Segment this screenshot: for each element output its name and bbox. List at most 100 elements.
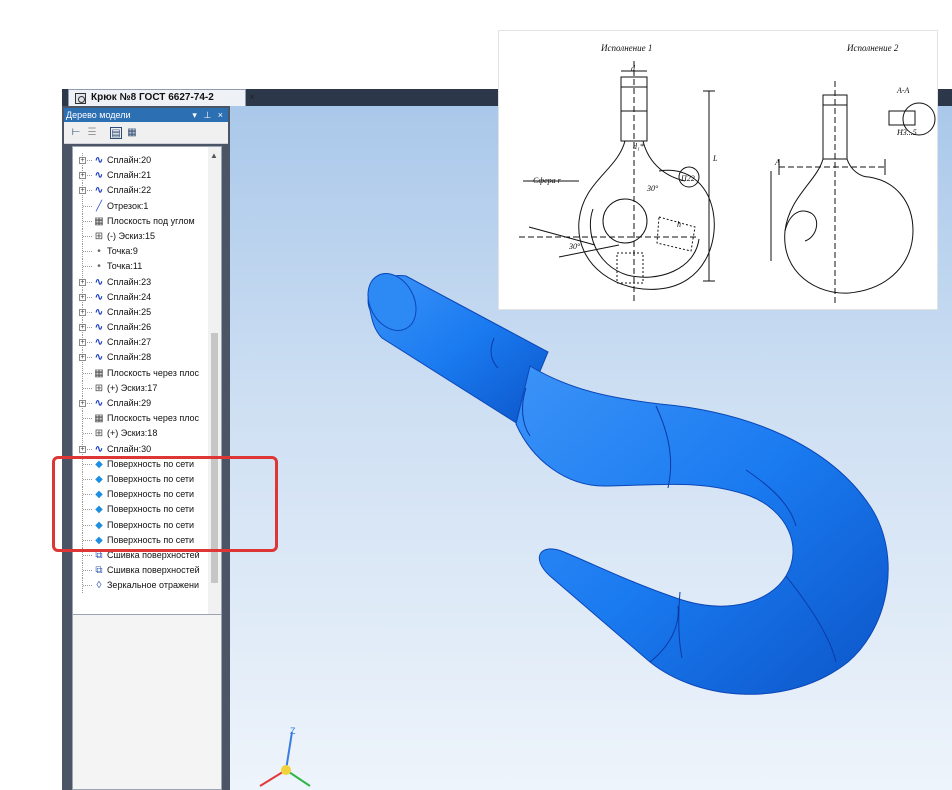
expand-icon[interactable]: + (79, 445, 86, 453)
drawing-label-l: L (712, 154, 718, 163)
tree-item-label: Сплайн:21 (107, 170, 152, 181)
plane-icon: ▦ (94, 413, 104, 425)
tree-item[interactable]: ⊞ (+) Эскиз:18 (73, 426, 209, 442)
sketch-icon: ⊞ (94, 230, 104, 242)
tree-item[interactable]: + ∿ Сплайн:24 (73, 289, 209, 305)
expand-icon[interactable]: + (79, 400, 86, 407)
tree-item[interactable]: ⧉ Сшивка поверхностей (73, 563, 209, 579)
drawing-label-d: d (631, 64, 636, 73)
tree-item[interactable]: + ∿ Сплайн:20 (73, 153, 209, 168)
tree-item-label: Плоскость под углом (107, 215, 195, 226)
tree-item[interactable]: + ∿ Сплайн:21 (73, 168, 209, 184)
tree-structure-icon[interactable]: ⊢ (70, 127, 82, 139)
tree-item-label: Сплайн:24 (107, 291, 152, 302)
tree-item[interactable]: + ∿ Сплайн:28 (73, 350, 209, 366)
plane-icon: ▦ (94, 215, 104, 227)
reference-drawing: Исполнение 1 Исполнение 2 d d₁* Сфера r … (498, 30, 938, 310)
tree-item-label: Сплайн:29 (107, 398, 152, 408)
tree-item-label: Сшивка поверхностей (107, 565, 200, 576)
expand-icon[interactable]: + (79, 172, 86, 180)
tree-properties-icon[interactable]: ▦ (126, 127, 138, 139)
segment-icon: ╱ (95, 200, 103, 212)
tree-item-label: (+) Эскиз:17 (107, 382, 158, 393)
spline-icon: ∿ (94, 337, 104, 349)
app-window: Крюк №8 ГОСТ 6627-74-2 × Дерево модели ▾… (0, 0, 952, 790)
spline-icon: ∿ (94, 185, 104, 197)
tree-item[interactable]: + ∿ Сплайн:22 (73, 183, 209, 199)
tree-connector (83, 585, 92, 587)
tree-item[interactable]: + ∿ Сплайн:23 (73, 274, 209, 290)
expand-icon[interactable]: + (79, 293, 86, 301)
tree-connector (83, 433, 92, 435)
tree-item-label: Сплайн:20 (107, 155, 152, 165)
panel-header-controls[interactable]: ▾ ⊥ × (192, 108, 225, 122)
tree-item[interactable]: + ∿ Сплайн:26 (73, 320, 209, 336)
drawing-label-a: А (774, 158, 780, 167)
tree-item-label: Сплайн:26 (107, 322, 152, 333)
drawing-label-angle1: 30° (568, 242, 581, 251)
mirror-icon: ◊ (96, 580, 102, 592)
expand-icon[interactable]: + (79, 354, 86, 362)
tree-item-label: Зеркальное отражени (107, 580, 199, 591)
part-document-icon (75, 93, 86, 104)
tree-item-label: Сплайн:28 (107, 352, 152, 363)
tree-item[interactable]: + ∿ Сплайн:25 (73, 304, 209, 320)
panel-header: Дерево модели ▾ ⊥ × (64, 108, 228, 122)
panel-toolbar: ⊢ ☰ ▤ ▦ (64, 122, 228, 144)
spline-icon: ∿ (94, 306, 104, 318)
drawing-label-h: h (677, 220, 681, 229)
spline-icon: ∿ (94, 276, 104, 288)
tree-item-label: Отрезок:1 (107, 200, 149, 211)
tree-item[interactable]: ▦ Плоскость через плос (73, 365, 209, 381)
sketch-icon: ⊞ (94, 382, 104, 394)
tree-item-label: Сплайн:22 (107, 185, 152, 196)
tree-item[interactable]: ▦ Плоскость под углом (73, 213, 209, 229)
expand-icon[interactable]: + (79, 308, 86, 316)
panel-lower-area (72, 614, 222, 790)
tree-item[interactable]: • Точка:11 (73, 259, 209, 275)
document-tab-title: Крюк №8 ГОСТ 6627-74-2 (91, 92, 214, 103)
sketch-icon: ⊞ (94, 428, 104, 440)
tree-item[interactable]: ⊞ (-) Эскиз:15 (73, 228, 209, 244)
tree-connector (83, 235, 92, 237)
tree-connector (83, 387, 92, 389)
spline-icon: ∿ (94, 398, 104, 409)
document-tab[interactable]: Крюк №8 ГОСТ 6627-74-2 × (68, 89, 255, 106)
tree-item[interactable]: • Точка:9 (73, 244, 209, 260)
tree-item[interactable]: ◊ Зеркальное отражени (73, 578, 209, 594)
spline-icon: ∿ (94, 322, 104, 334)
tree-item[interactable]: ▦ Плоскость через плос (73, 411, 209, 427)
tree-item-label: (+) Эскиз:18 (107, 428, 158, 439)
tree-item-label: Точка:9 (107, 246, 138, 257)
drawing-label-section: А-А (896, 86, 910, 95)
tree-item-label: Сплайн:30 (107, 443, 152, 454)
tree-item[interactable]: ╱ Отрезок:1 (73, 198, 209, 214)
tree-item-label: Точка:11 (107, 261, 143, 272)
tree-item[interactable]: + ∿ Сплайн:30 (73, 441, 209, 457)
scroll-up-icon[interactable]: ▲ (210, 151, 218, 160)
tree-item-label: (-) Эскиз:15 (107, 230, 156, 241)
tree-view-dropdown-icon[interactable]: ☰ (86, 127, 98, 139)
expand-icon[interactable]: + (79, 157, 86, 164)
tree-connector (83, 372, 92, 374)
tree-connector (83, 570, 92, 572)
drawing-label-angle2: 30° (646, 184, 659, 193)
expand-icon[interactable]: + (79, 339, 86, 347)
tree-item[interactable]: + ∿ Сплайн:29 (73, 396, 209, 411)
tree-item[interactable]: + ∿ Сплайн:27 (73, 335, 209, 351)
point-icon: • (97, 261, 101, 273)
tree-item-label: Сплайн:23 (107, 276, 152, 287)
model-tree-panel: Дерево модели ▾ ⊥ × ⊢ ☰ ▤ ▦ + ∿ Сплайн:20 +… (62, 106, 230, 790)
tree-item-label: Сплайн:25 (107, 306, 152, 317)
spline-icon: ∿ (94, 352, 104, 364)
tree-connector (83, 205, 92, 207)
expand-icon[interactable]: + (79, 324, 86, 332)
show-tree-icon[interactable]: ▤ (110, 127, 122, 139)
close-tab-button[interactable]: × (249, 90, 255, 106)
expand-icon[interactable]: + (79, 187, 86, 195)
svg-text:Z: Z (290, 726, 296, 736)
drawing-label-sphere: Сфера r (533, 176, 562, 185)
tree-item[interactable]: ⊞ (+) Эскиз:17 (73, 380, 209, 396)
expand-icon[interactable]: + (79, 278, 86, 286)
spline-icon: ∿ (94, 291, 104, 303)
